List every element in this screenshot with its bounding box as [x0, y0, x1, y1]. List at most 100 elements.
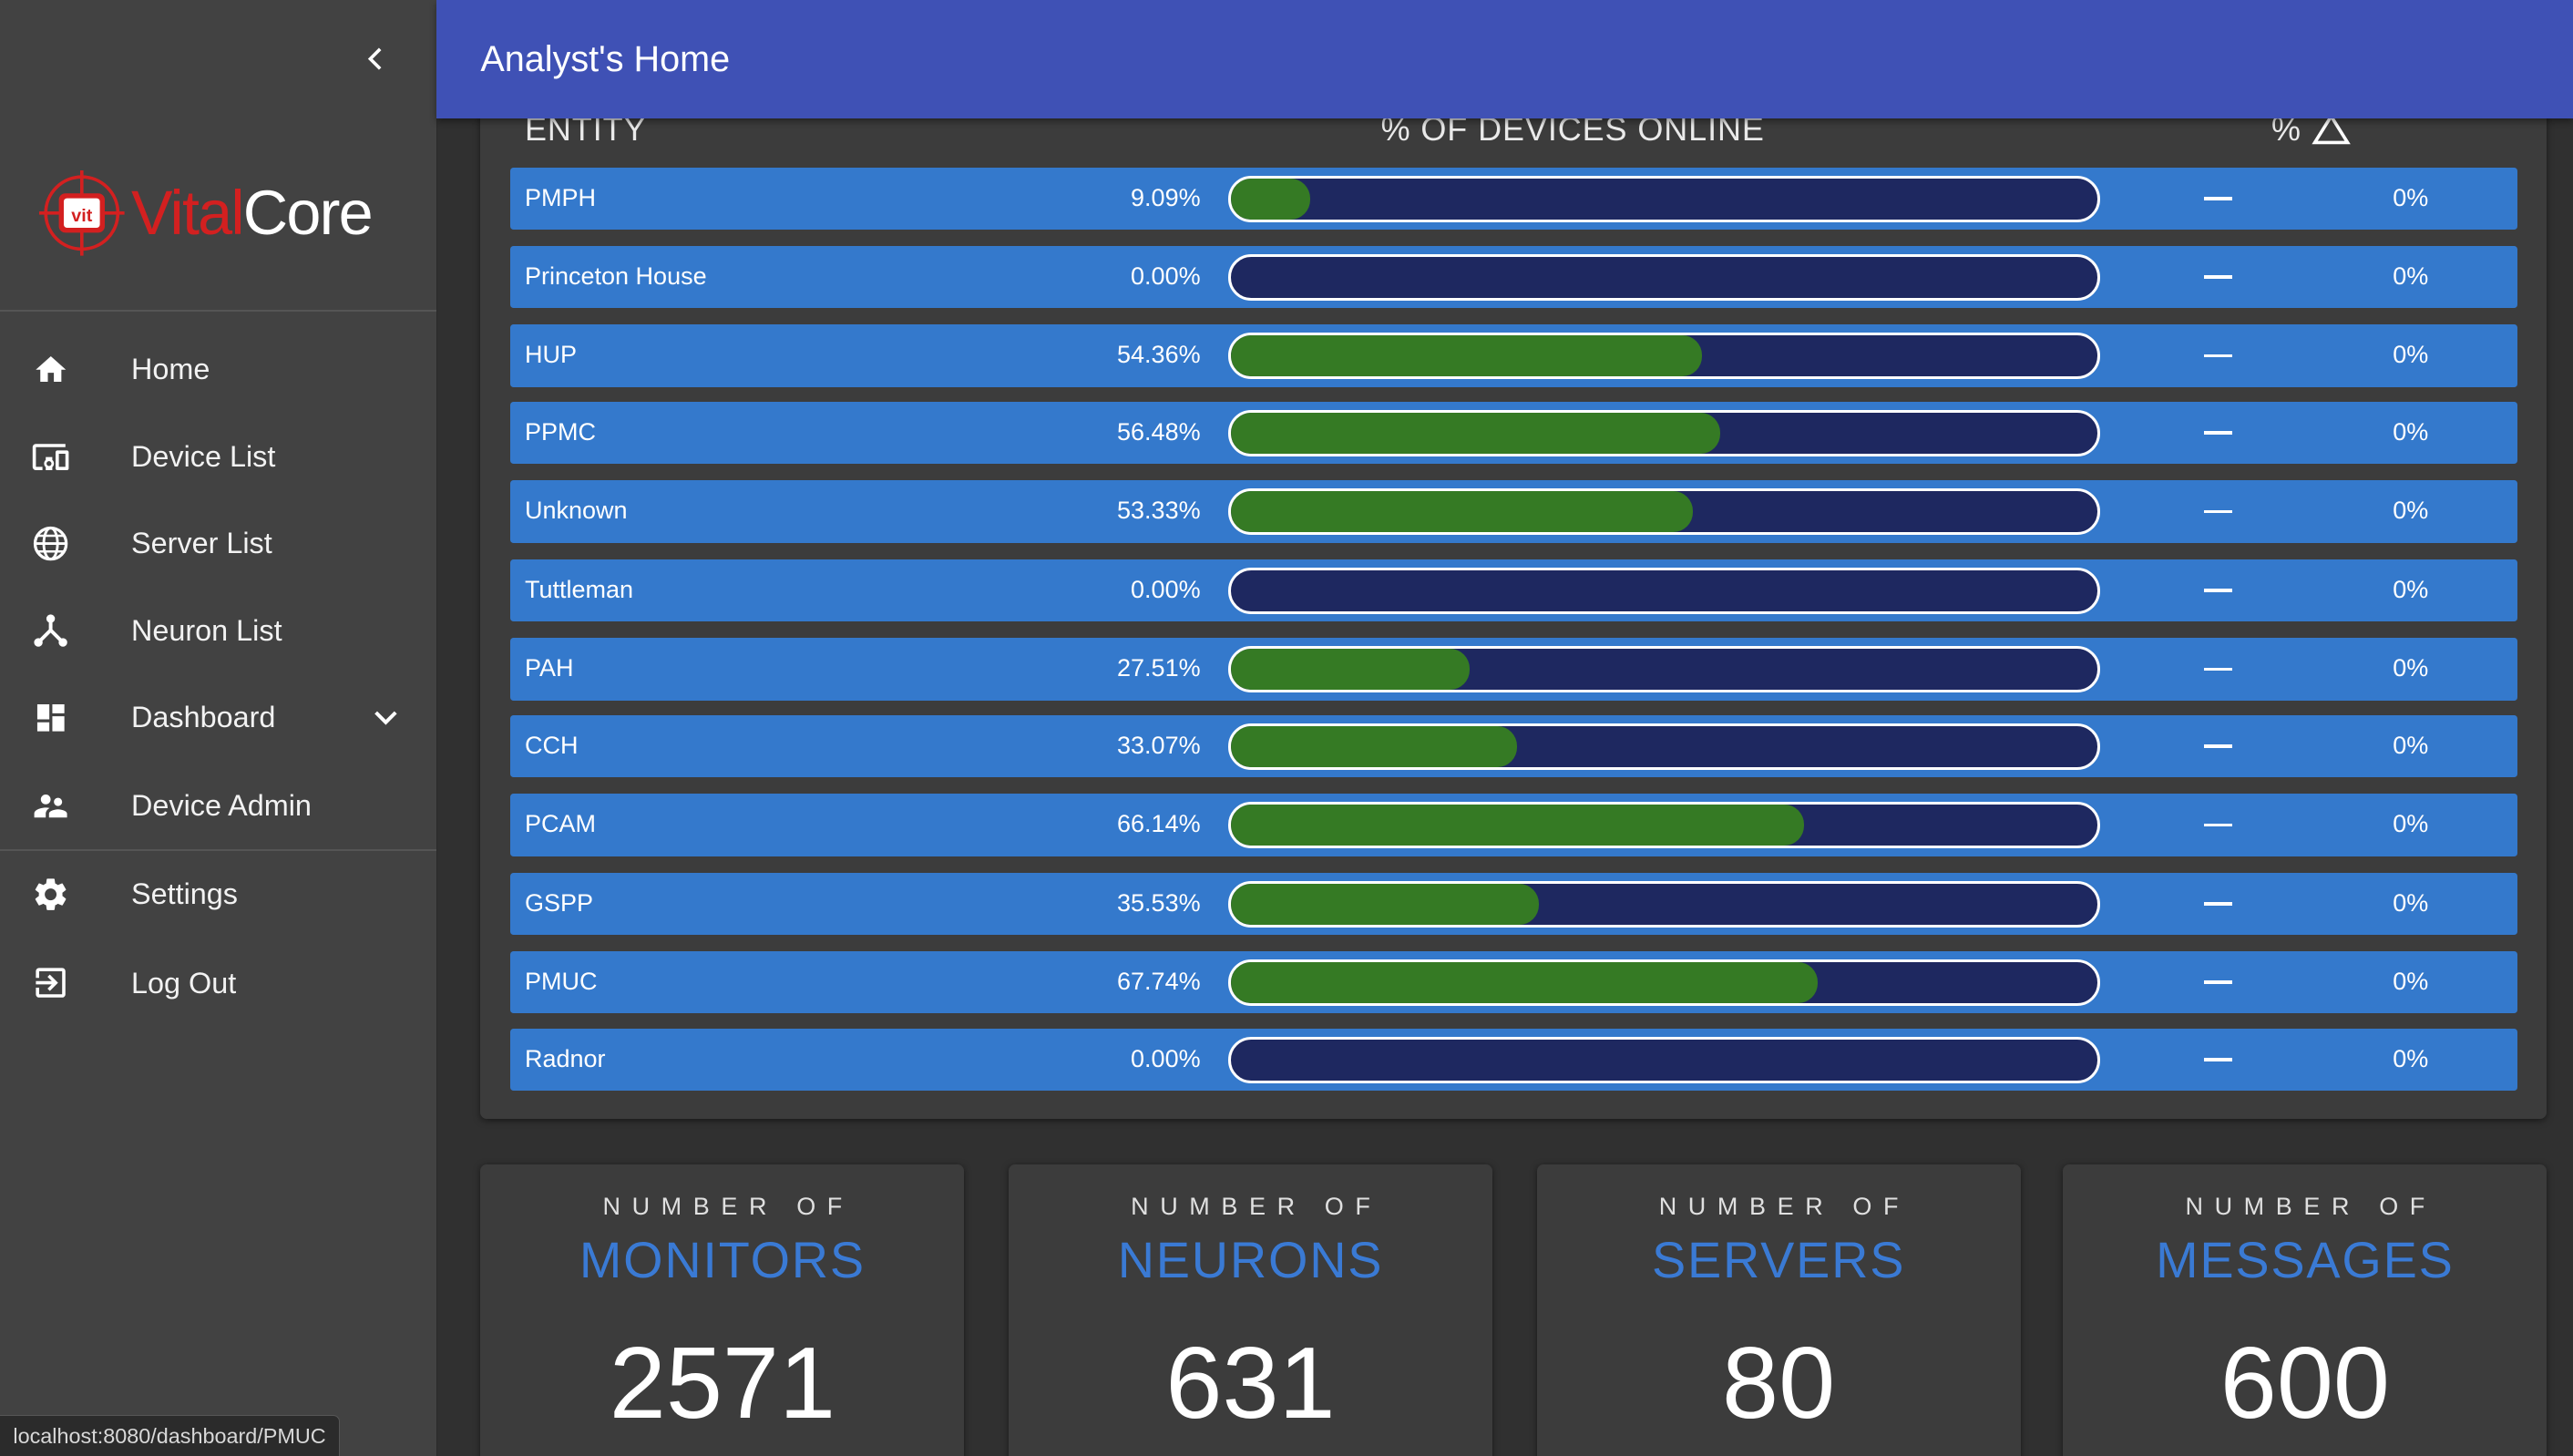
trend-flat-icon: [2204, 823, 2232, 827]
stat-label: MONITORS: [579, 1231, 866, 1288]
online-progress-fill: [1231, 805, 1804, 846]
change-percent: 0%: [2393, 1044, 2429, 1072]
entity-name: PPMC: [524, 418, 596, 446]
online-percent: 9.09%: [1131, 183, 1201, 211]
sidebar-item-log-out[interactable]: Log Out: [0, 939, 436, 1026]
stat-card-monitors: NUMBER OF MONITORS 2571: [480, 1164, 965, 1456]
online-progress-fill: [1231, 491, 1694, 533]
sidebar-item-device-list[interactable]: Device List: [0, 414, 436, 500]
table-row[interactable]: PMPH 9.09% 0%: [509, 167, 2517, 230]
change-percent: 0%: [2393, 654, 2429, 682]
online-progress-bar: [1228, 333, 2100, 380]
sidebar-item-label: Log Out: [131, 966, 237, 1000]
logo-text: VitalCore: [130, 178, 374, 248]
network-icon: [29, 610, 72, 652]
change-percent: 0%: [2393, 341, 2429, 369]
change-percent: 0%: [2393, 888, 2429, 917]
sidebar-item-label: Neuron List: [131, 613, 282, 647]
sidebar-item-dashboard[interactable]: Dashboard: [0, 674, 436, 761]
gear-icon: [29, 873, 72, 916]
trend-flat-icon: [2204, 744, 2232, 748]
table-row[interactable]: Tuttleman 0.00% 0%: [509, 559, 2517, 622]
online-progress-bar: [1228, 488, 2100, 536]
online-progress-fill: [1231, 883, 1539, 925]
change-percent: 0%: [2393, 262, 2429, 290]
online-progress-bar: [1228, 880, 2100, 928]
stat-value: 631: [1165, 1325, 1336, 1440]
change-percent: 0%: [2393, 418, 2429, 446]
entity-name: PMPH: [524, 183, 596, 211]
stat-card-servers: NUMBER OF SERVERS 80: [1536, 1164, 2021, 1456]
online-progress-bar: [1228, 567, 2100, 614]
sidebar-item-settings[interactable]: Settings: [0, 851, 436, 938]
table-row[interactable]: HUP 54.36% 0%: [509, 324, 2517, 387]
chevron-left-icon: [368, 47, 382, 70]
table-row[interactable]: PCAM 66.14% 0%: [509, 794, 2517, 856]
change-percent: 0%: [2393, 731, 2429, 759]
table-row[interactable]: PPMC 56.48% 0%: [509, 402, 2517, 465]
entity-name: Radnor: [524, 1044, 606, 1072]
table-row[interactable]: CCH 33.07% 0%: [509, 714, 2517, 778]
trend-flat-icon: [2204, 354, 2232, 358]
table-row[interactable]: Radnor 0.00% 0%: [509, 1028, 2517, 1091]
trend-flat-icon: [2204, 667, 2232, 672]
chevron-down-icon[interactable]: [367, 700, 404, 736]
online-progress-bar: [1228, 959, 2100, 1006]
entity-name: Tuttleman: [524, 575, 634, 603]
entity-name: Princeton House: [524, 262, 707, 290]
online-percent: 53.33%: [1117, 497, 1201, 525]
online-percent: 0.00%: [1131, 262, 1201, 290]
online-progress-fill: [1231, 335, 1702, 377]
table-row[interactable]: Princeton House 0.00% 0%: [509, 246, 2517, 309]
dashboard-icon: [29, 696, 72, 739]
vitalcore-logo[interactable]: vit VitalCore: [39, 170, 374, 256]
entity-name: PMUC: [524, 968, 598, 995]
stat-value: 2571: [609, 1325, 836, 1440]
sidebar-item-home[interactable]: Home: [0, 326, 436, 413]
stat-value: 600: [2219, 1325, 2390, 1440]
online-progress-bar: [1228, 254, 2100, 301]
table-row[interactable]: PMUC 67.74% 0%: [509, 951, 2517, 1014]
online-progress-bar: [1228, 646, 2100, 693]
online-percent: 27.51%: [1117, 654, 1201, 682]
sidebar-item-neuron-list[interactable]: Neuron List: [0, 587, 436, 673]
sidebar-item-server-list[interactable]: Server List: [0, 500, 436, 587]
people-icon: [29, 784, 72, 827]
online-percent: 66.14%: [1117, 810, 1201, 838]
sidebar-item-label: Settings: [131, 877, 238, 911]
stat-label: NEURONS: [1117, 1231, 1384, 1288]
trend-flat-icon: [2204, 901, 2232, 906]
stat-prefix: NUMBER OF: [1131, 1192, 1382, 1220]
table-row[interactable]: PAH 27.51% 0%: [509, 638, 2517, 701]
online-percent: 0.00%: [1131, 1044, 1201, 1072]
sidebar-item-label: Device List: [131, 439, 276, 473]
page-title: Analyst's Home: [480, 39, 731, 80]
online-percent: 0.00%: [1131, 575, 1201, 603]
entity-name: GSPP: [524, 888, 594, 917]
online-percent: 33.07%: [1117, 731, 1201, 759]
change-percent: 0%: [2393, 575, 2429, 603]
sidebar-item-device-admin[interactable]: Device Admin: [0, 763, 436, 849]
trend-flat-icon: [2204, 431, 2232, 435]
table-row[interactable]: Unknown 53.33% 0%: [509, 480, 2517, 543]
trend-flat-icon: [2204, 196, 2232, 200]
change-percent: 0%: [2393, 497, 2429, 525]
collapse-sidebar-button[interactable]: [357, 39, 396, 78]
online-progress-fill: [1231, 725, 1518, 767]
table-row[interactable]: GSPP 35.53% 0%: [509, 872, 2517, 935]
sidebar-item-label: Server List: [131, 527, 272, 560]
stat-label: SERVERS: [1651, 1231, 1906, 1288]
globe-icon: [29, 522, 72, 565]
sidebar: vit VitalCore Home Device List Server Li…: [0, 0, 437, 1456]
online-percent: 67.74%: [1117, 968, 1201, 995]
online-percent: 35.53%: [1117, 888, 1201, 917]
online-progress-fill: [1231, 649, 1470, 691]
entity-name: HUP: [524, 341, 577, 369]
online-progress-bar: [1228, 723, 2100, 770]
online-progress-bar: [1228, 175, 2100, 222]
online-progress-bar: [1228, 410, 2100, 456]
stat-prefix: NUMBER OF: [1658, 1192, 1911, 1220]
entity-name: PCAM: [524, 810, 596, 838]
change-percent: 0%: [2393, 183, 2429, 211]
logout-icon: [29, 962, 72, 1005]
